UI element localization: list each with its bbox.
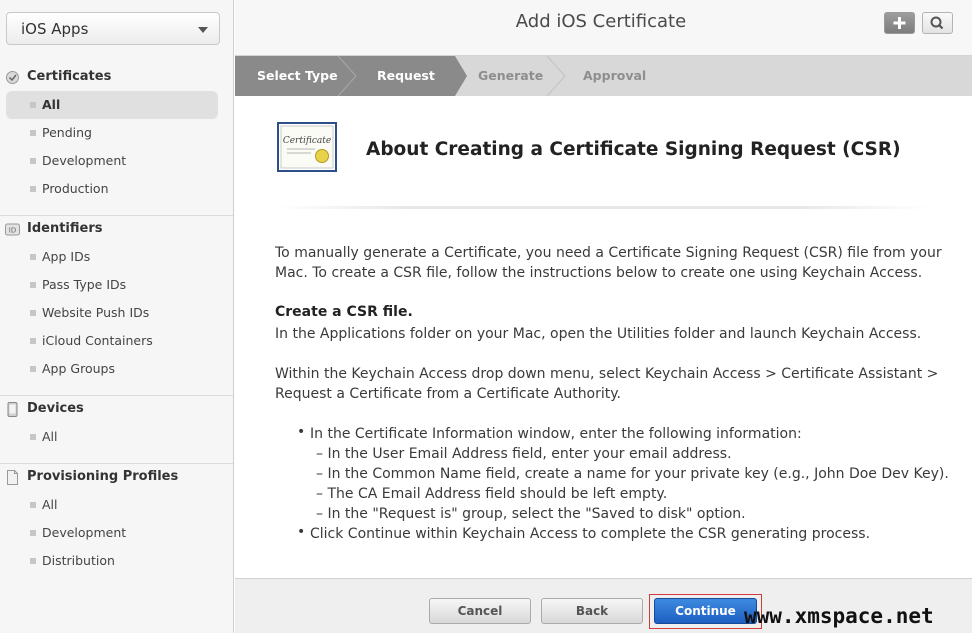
provisioning-profiles-heading[interactable]: Provisioning Profiles xyxy=(0,465,233,491)
bullet-icon xyxy=(30,558,36,564)
provisioning-profiles-title: Provisioning Profiles xyxy=(27,469,179,484)
sidebar-item-website-push-ids[interactable]: Website Push IDs xyxy=(0,299,233,327)
step-generate: Generate xyxy=(478,68,544,83)
provisioning-profiles-section: Provisioning Profiles All Development Di… xyxy=(0,465,233,575)
watermark-text: www.xmspace.net xyxy=(744,604,934,628)
instruction-bullet-2: Click Continue within Keychain Access to… xyxy=(310,526,871,542)
step-approval: Approval xyxy=(583,68,647,83)
bullet-icon xyxy=(30,254,36,260)
identifiers-section: ID Identifiers App IDs Pass Type IDs Web… xyxy=(0,217,233,383)
sidebar-item-label: All xyxy=(42,497,58,512)
sidebar-item-label: App IDs xyxy=(42,249,91,264)
certificates-section: Certificates All Pending Development Pro… xyxy=(0,65,233,203)
certificates-heading[interactable]: Certificates xyxy=(0,65,233,91)
identifiers-title: Identifiers xyxy=(27,221,103,236)
sidebar-divider xyxy=(0,215,233,216)
sidebar-item-label: Distribution xyxy=(42,553,115,568)
sidebar-item-label: All xyxy=(42,429,58,444)
step-progress-bar: Select Type Request Generate Approval xyxy=(235,56,972,96)
section-divider xyxy=(276,206,930,209)
cancel-button[interactable]: Cancel xyxy=(429,598,531,624)
plus-icon xyxy=(893,17,906,29)
sidebar-item-app-groups[interactable]: App Groups xyxy=(0,355,233,383)
chevron-down-icon xyxy=(198,27,208,33)
sidebar-item-label: Development xyxy=(42,153,127,168)
step-select-type: Select Type xyxy=(257,68,338,83)
sidebar-item-label: Website Push IDs xyxy=(42,305,150,320)
search-button[interactable] xyxy=(922,12,953,34)
sidebar-item-profiles-all[interactable]: All xyxy=(0,491,233,519)
sidebar-item-certificates-all[interactable]: All xyxy=(0,91,233,119)
sidebar-item-profiles-development[interactable]: Development xyxy=(0,519,233,547)
active-highlight xyxy=(6,91,218,119)
sidebar-item-label: Development xyxy=(42,525,127,540)
bullet-icon xyxy=(30,310,36,316)
bullet-icon xyxy=(30,158,36,164)
device-icon xyxy=(7,402,18,417)
keychain-line-2: Request a Certificate from a Certificate… xyxy=(275,386,622,402)
sidebar-item-icloud-containers[interactable]: iCloud Containers xyxy=(0,327,233,355)
instruction-bullet-1: In the Certificate Information window, e… xyxy=(310,426,802,442)
sidebar-item-label: Pending xyxy=(42,125,92,140)
app-type-select[interactable]: iOS Apps xyxy=(6,12,220,45)
intro-line-1: To manually generate a Certificate, you … xyxy=(275,245,942,261)
instruction-sub-4: – In the "Request is" group, select the … xyxy=(316,506,746,522)
create-csr-text: In the Applications folder on your Mac, … xyxy=(275,326,922,342)
bullet-icon xyxy=(30,130,36,136)
step-request: Request xyxy=(377,68,435,83)
page-title: Add iOS Certificate xyxy=(515,11,687,32)
sidebar-item-label: All xyxy=(42,97,61,112)
certificate-icon xyxy=(6,71,19,84)
certificate-icon-text: Certificate xyxy=(283,136,331,146)
bullet-icon: • xyxy=(297,524,306,540)
create-csr-heading: Create a CSR file. xyxy=(275,304,413,320)
sidebar: iOS Apps Certificates All Pending Develo… xyxy=(0,0,234,633)
bullet-icon xyxy=(30,530,36,536)
bullet-icon xyxy=(30,502,36,508)
devices-section: Devices All xyxy=(0,397,233,451)
sidebar-item-label: Pass Type IDs xyxy=(42,277,127,292)
keychain-line-1: Within the Keychain Access drop down men… xyxy=(275,366,939,382)
back-button[interactable]: Back xyxy=(541,598,643,624)
sidebar-item-production[interactable]: Production xyxy=(0,175,233,203)
sidebar-item-label: iCloud Containers xyxy=(42,333,153,348)
instruction-sub-3: – The CA Email Address field should be l… xyxy=(316,486,668,502)
sidebar-item-app-ids[interactable]: App IDs xyxy=(0,243,233,271)
page-header: Add iOS Certificate xyxy=(235,0,972,56)
sidebar-item-label: Production xyxy=(42,181,109,196)
devices-title: Devices xyxy=(27,401,84,416)
sidebar-divider xyxy=(0,463,233,464)
bullet-icon xyxy=(30,338,36,344)
content-heading: About Creating a Certificate Signing Req… xyxy=(366,139,901,160)
sidebar-item-devices-all[interactable]: All xyxy=(0,423,233,451)
certificate-icon: Certificate xyxy=(277,122,337,172)
profile-icon xyxy=(7,470,18,485)
sidebar-item-pass-type-ids[interactable]: Pass Type IDs xyxy=(0,271,233,299)
instruction-sub-1: – In the User Email Address field, enter… xyxy=(316,446,732,462)
app-type-select-label: iOS Apps xyxy=(21,20,89,38)
identifiers-heading[interactable]: ID Identifiers xyxy=(0,217,233,243)
sidebar-divider xyxy=(0,395,233,396)
id-icon: ID xyxy=(5,223,20,236)
bullet-icon xyxy=(30,102,36,108)
bullet-icon: • xyxy=(297,424,306,440)
certificates-title: Certificates xyxy=(27,69,112,84)
search-icon xyxy=(930,16,944,30)
svg-text:ID: ID xyxy=(9,227,16,235)
sidebar-item-development[interactable]: Development xyxy=(0,147,233,175)
sidebar-item-label: App Groups xyxy=(42,361,115,376)
bullet-icon xyxy=(30,186,36,192)
add-button[interactable] xyxy=(884,12,915,34)
sidebar-item-pending[interactable]: Pending xyxy=(0,119,233,147)
devices-heading[interactable]: Devices xyxy=(0,397,233,423)
intro-line-2: Mac. To create a CSR file, follow the in… xyxy=(275,265,923,281)
bullet-icon xyxy=(30,366,36,372)
bullet-icon xyxy=(30,282,36,288)
sidebar-item-profiles-distribution[interactable]: Distribution xyxy=(0,547,233,575)
bullet-icon xyxy=(30,434,36,440)
instruction-sub-2: – In the Common Name field, create a nam… xyxy=(316,466,949,482)
